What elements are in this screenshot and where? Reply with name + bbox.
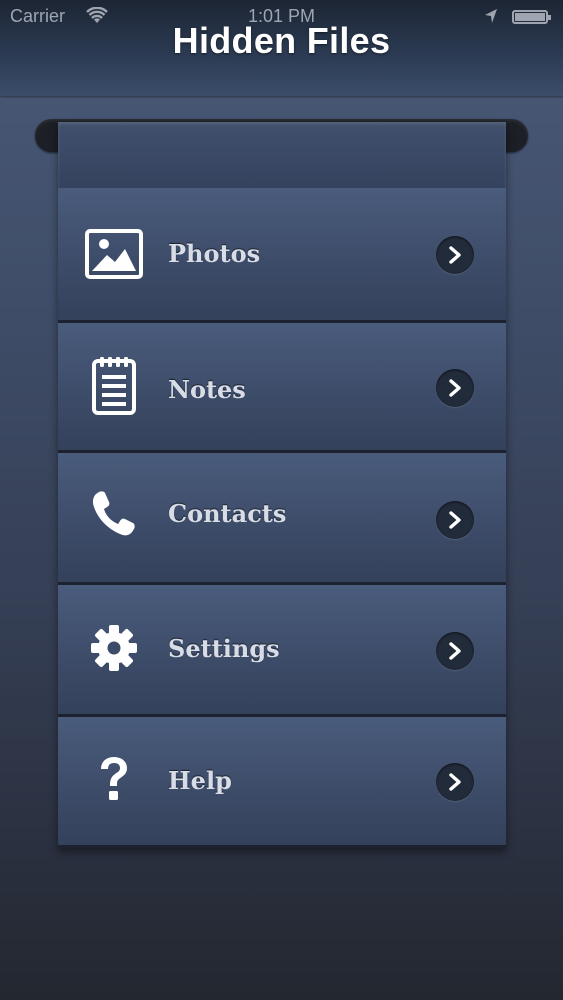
menu-panel: Photos Notes Contacts Settings Help bbox=[58, 122, 506, 848]
chevron-right-icon[interactable] bbox=[436, 501, 474, 539]
chevron-right-icon[interactable] bbox=[436, 236, 474, 274]
menu-item-label: Notes bbox=[168, 375, 246, 404]
phone-icon bbox=[82, 481, 146, 545]
navigation-bar: Carrier 1:01 PM Hidden Files bbox=[0, 0, 563, 96]
menu-item-settings[interactable]: Settings bbox=[58, 585, 506, 717]
menu-item-label: Help bbox=[168, 766, 232, 795]
panel-header bbox=[58, 122, 506, 188]
menu-item-notes[interactable]: Notes bbox=[58, 323, 506, 453]
menu-item-contacts[interactable]: Contacts bbox=[58, 453, 506, 585]
menu-item-label: Contacts bbox=[168, 499, 287, 528]
gear-icon bbox=[82, 616, 146, 680]
menu-item-help[interactable]: Help bbox=[58, 717, 506, 848]
page-title: Hidden Files bbox=[172, 20, 391, 61]
menu-item-label: Settings bbox=[168, 634, 280, 663]
question-mark-icon bbox=[82, 747, 146, 811]
menu-item-label: Photos bbox=[168, 239, 261, 268]
notepad-icon bbox=[82, 353, 146, 417]
chevron-right-icon[interactable] bbox=[436, 369, 474, 407]
chevron-right-icon[interactable] bbox=[436, 632, 474, 670]
photo-icon bbox=[82, 222, 146, 286]
menu-item-photos[interactable]: Photos bbox=[58, 188, 506, 323]
chevron-right-icon[interactable] bbox=[436, 763, 474, 801]
